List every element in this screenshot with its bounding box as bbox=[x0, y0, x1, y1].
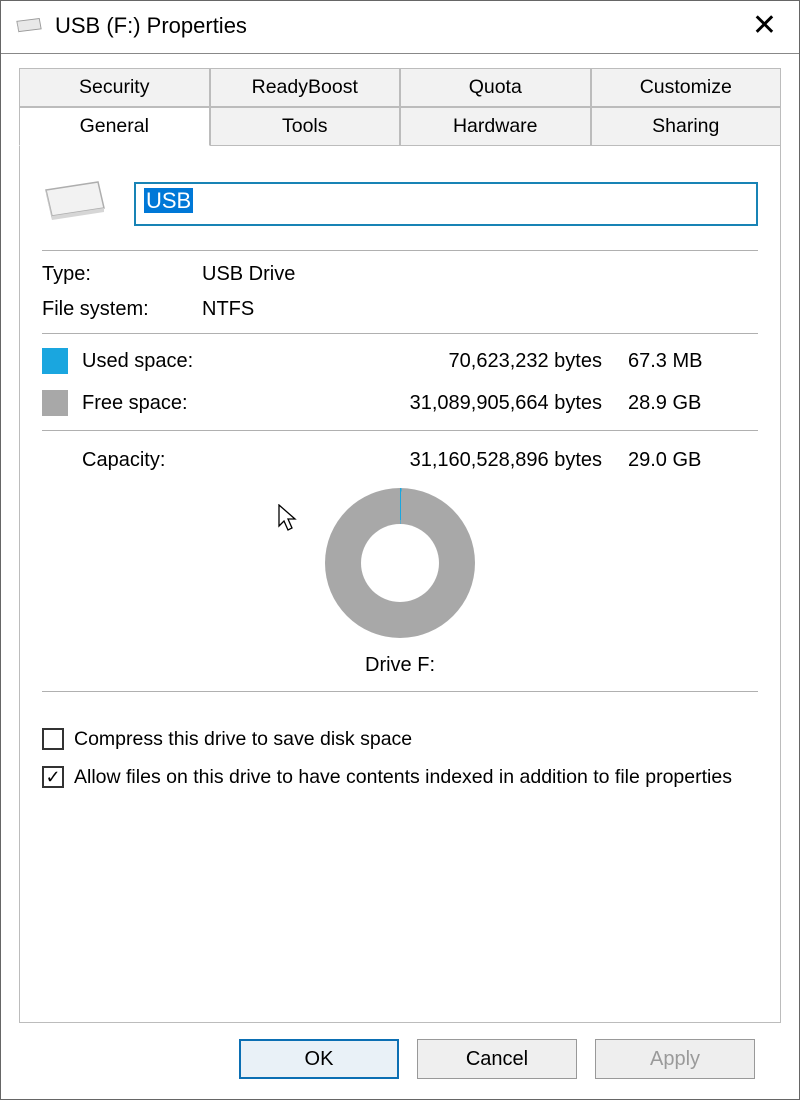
capacity-pie-chart bbox=[325, 488, 475, 638]
used-space-bytes: 70,623,232 bytes bbox=[272, 350, 628, 373]
tab-quota[interactable]: Quota bbox=[400, 68, 591, 107]
tab-security[interactable]: Security bbox=[19, 68, 210, 107]
free-space-label: Free space: bbox=[82, 392, 272, 415]
tab-sharing[interactable]: Sharing bbox=[591, 107, 782, 146]
capacity-human: 29.0 GB bbox=[628, 449, 758, 472]
separator bbox=[42, 691, 758, 692]
tab-body-general: USB Type: USB Drive File system: NTFS Us… bbox=[19, 146, 781, 1023]
cancel-button[interactable]: Cancel bbox=[417, 1039, 577, 1079]
drive-title-icon bbox=[15, 17, 43, 35]
tab-readyboost[interactable]: ReadyBoost bbox=[210, 68, 401, 107]
pie-chart-label: Drive F: bbox=[42, 644, 758, 685]
type-label: Type: bbox=[42, 263, 202, 286]
window-title: USB (F:) Properties bbox=[55, 13, 247, 39]
free-space-bytes: 31,089,905,664 bytes bbox=[272, 392, 628, 415]
titlebar: USB (F:) Properties ✕ bbox=[1, 1, 799, 54]
content-area: Security ReadyBoost Quota Customize Gene… bbox=[1, 54, 799, 1099]
compress-checkbox[interactable] bbox=[42, 728, 64, 750]
ok-button[interactable]: OK bbox=[239, 1039, 399, 1079]
drive-name-value: USB bbox=[144, 188, 193, 213]
tab-customize[interactable]: Customize bbox=[591, 68, 782, 107]
free-space-human: 28.9 GB bbox=[628, 392, 758, 415]
capacity-label: Capacity: bbox=[82, 449, 272, 472]
tab-strip: Security ReadyBoost Quota Customize Gene… bbox=[19, 68, 781, 146]
drive-name-input[interactable]: USB bbox=[134, 182, 758, 226]
close-button[interactable]: ✕ bbox=[744, 11, 785, 41]
filesystem-label: File system: bbox=[42, 298, 202, 321]
filesystem-value: NTFS bbox=[202, 298, 758, 321]
drive-icon bbox=[42, 180, 108, 228]
separator bbox=[42, 430, 758, 431]
used-space-label: Used space: bbox=[82, 350, 272, 373]
separator bbox=[42, 333, 758, 334]
tab-general[interactable]: General bbox=[19, 107, 210, 146]
capacity-bytes: 31,160,528,896 bytes bbox=[272, 449, 628, 472]
type-value: USB Drive bbox=[202, 263, 758, 286]
button-bar: OK Cancel Apply bbox=[19, 1023, 781, 1099]
separator bbox=[42, 250, 758, 251]
used-space-human: 67.3 MB bbox=[628, 350, 758, 373]
tab-tools[interactable]: Tools bbox=[210, 107, 401, 146]
compress-label: Compress this drive to save disk space bbox=[74, 726, 412, 752]
index-label: Allow files on this drive to have conten… bbox=[74, 764, 732, 790]
index-checkbox[interactable]: ✓ bbox=[42, 766, 64, 788]
tab-hardware[interactable]: Hardware bbox=[400, 107, 591, 146]
used-space-swatch bbox=[42, 348, 68, 374]
apply-button: Apply bbox=[595, 1039, 755, 1079]
free-space-swatch bbox=[42, 390, 68, 416]
